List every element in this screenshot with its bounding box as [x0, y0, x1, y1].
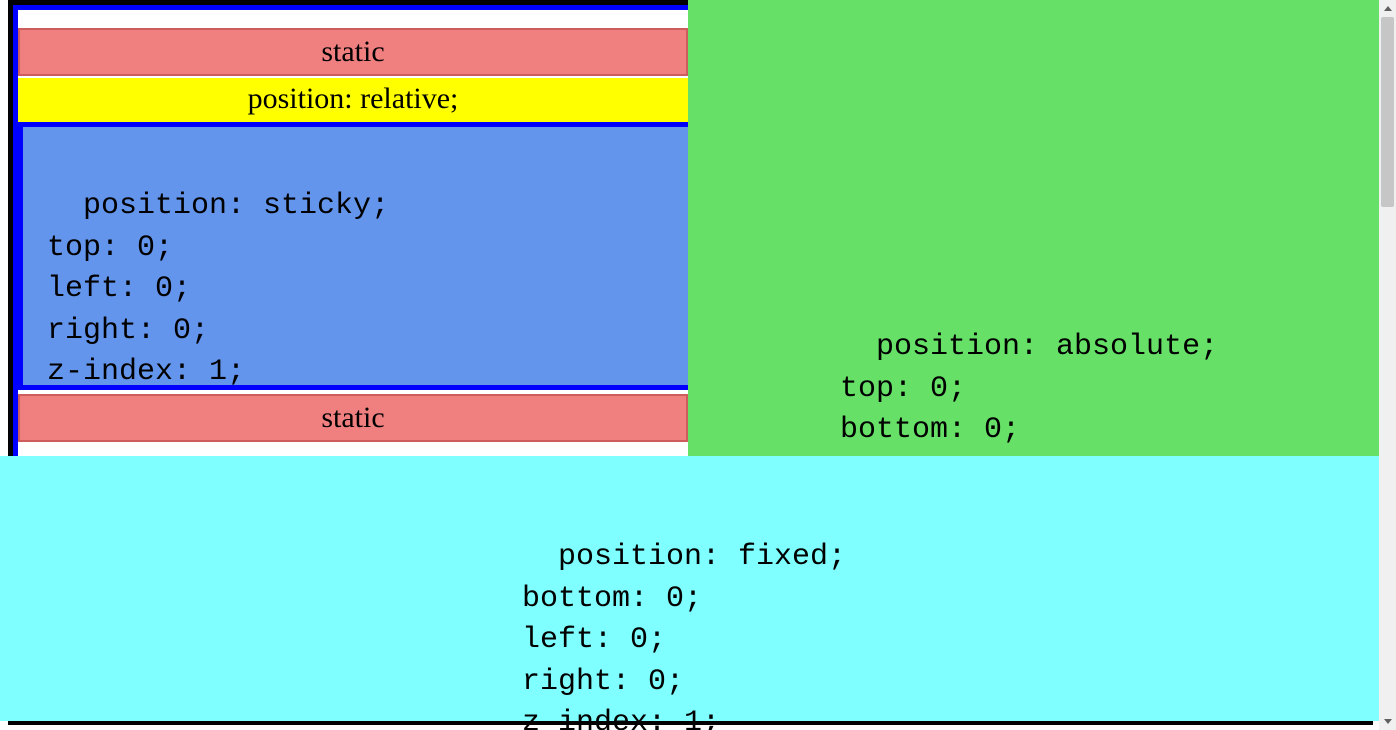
absolute-panel: position: absolute; top: 0; bottom: 0; l… [688, 0, 1379, 456]
relative-label: position: relative; [248, 82, 459, 115]
vertical-scrollbar[interactable] [1379, 0, 1396, 730]
static-box-bottom: static [18, 394, 688, 442]
relative-box: position: relative; [18, 78, 688, 122]
sticky-box: position: sticky; top: 0; left: 0; right… [18, 122, 704, 390]
absolute-code: position: absolute; top: 0; bottom: 0; l… [840, 330, 1218, 456]
fixed-code: position: fixed; bottom: 0; left: 0; rig… [522, 540, 846, 730]
scroll-up-button[interactable] [1379, 0, 1396, 17]
sticky-code: position: sticky; top: 0; left: 0; right… [47, 189, 389, 389]
fixed-panel: position: fixed; bottom: 0; left: 0; rig… [0, 456, 1379, 721]
scroll-thumb[interactable] [1381, 17, 1394, 207]
chevron-down-icon [1384, 719, 1392, 724]
static-bottom-label: static [321, 401, 384, 434]
static-box-top: static [18, 28, 688, 76]
chevron-up-icon [1384, 6, 1392, 11]
scroll-down-button[interactable] [1379, 713, 1396, 730]
static-top-label: static [321, 35, 384, 68]
